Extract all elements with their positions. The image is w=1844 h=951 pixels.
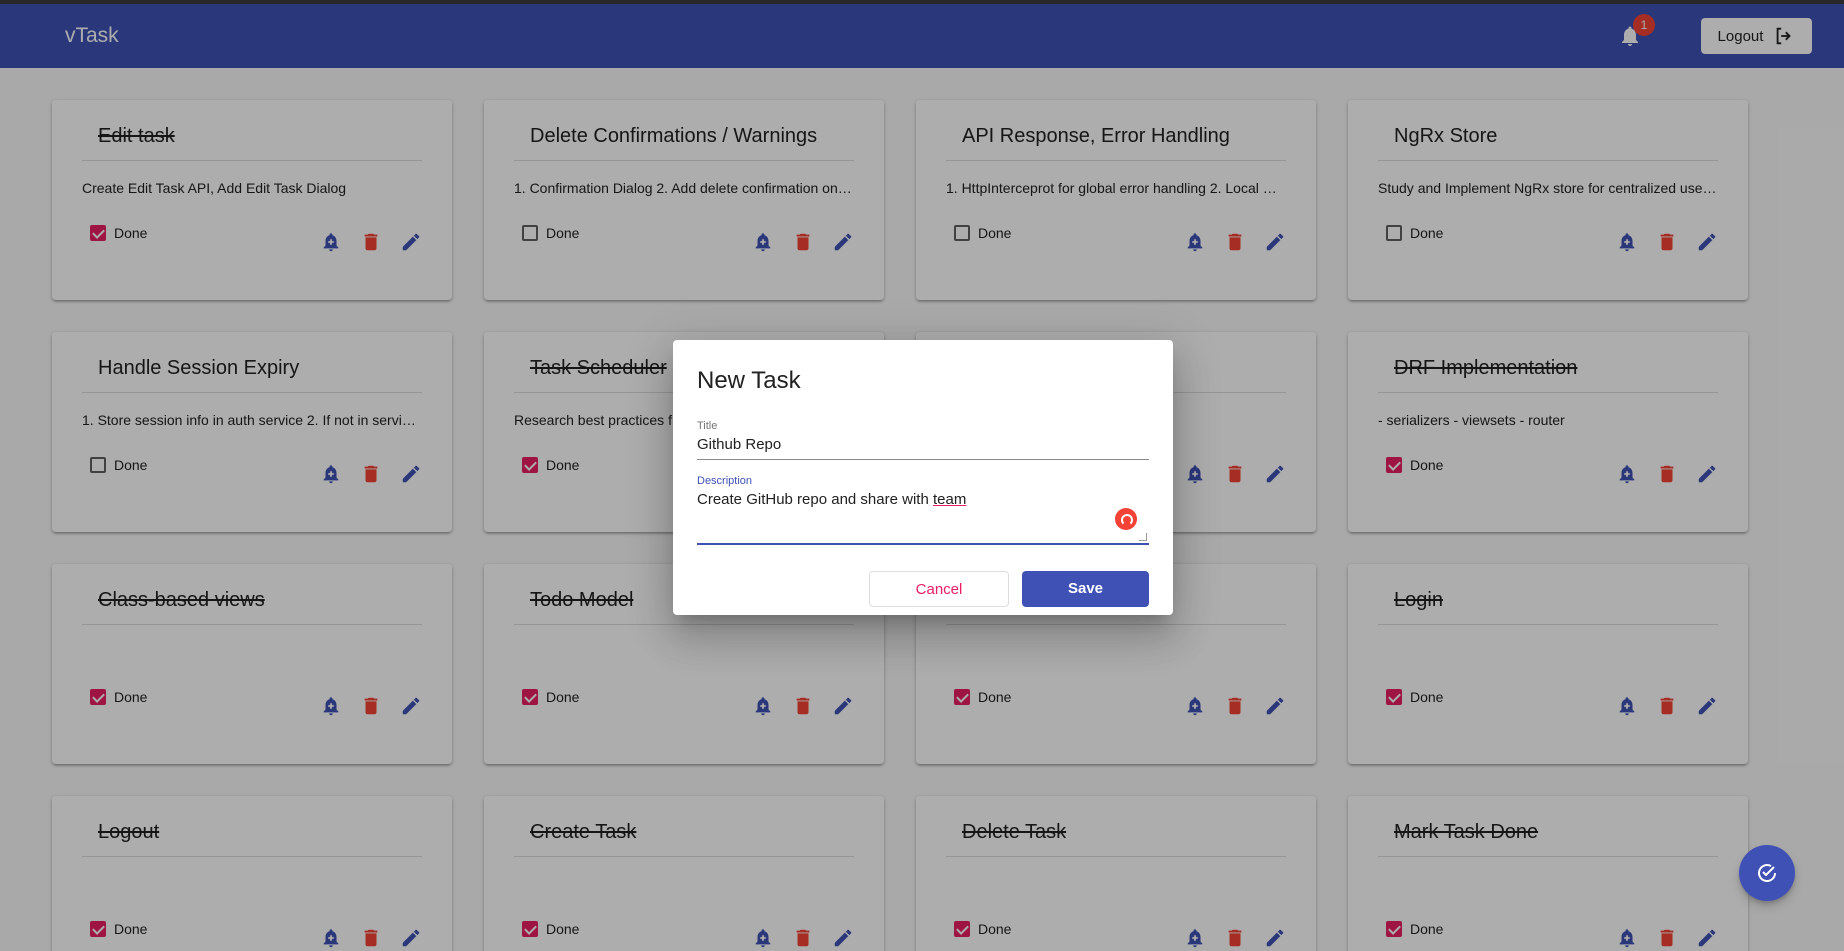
description-field-label: Description (697, 475, 753, 487)
add-task-icon (1758, 864, 1777, 882)
save-button[interactable]: Save (1022, 571, 1149, 607)
description-field[interactable]: Description Create GitHub repo and share… (697, 475, 1149, 545)
cancel-button[interactable]: Cancel (869, 571, 1009, 607)
dialog-title: New Task (697, 367, 801, 394)
title-field-label: Title (697, 420, 718, 432)
misspelled-word[interactable]: team (933, 491, 966, 508)
description-textarea[interactable]: Create GitHub repo and share with team (697, 491, 1149, 508)
description-text: Create GitHub repo and share with (697, 491, 933, 508)
new-task-dialog: New Task Title Github Repo Description C… (673, 340, 1173, 615)
grammar-checker-icon[interactable] (1115, 508, 1137, 530)
add-task-fab[interactable] (1739, 845, 1795, 901)
title-field[interactable]: Title Github Repo (697, 420, 1149, 460)
resize-handle[interactable] (1139, 533, 1147, 541)
title-input[interactable]: Github Repo (697, 436, 1149, 453)
